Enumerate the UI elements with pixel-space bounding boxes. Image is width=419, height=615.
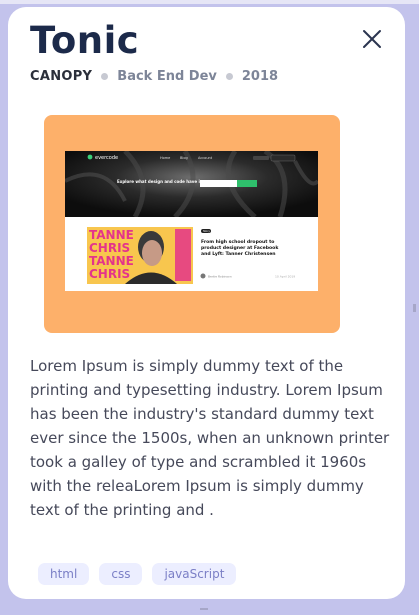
- project-title: Tonic: [30, 19, 140, 62]
- scroll-handle-bottom[interactable]: [200, 608, 208, 610]
- site-nav-blog: Blog: [180, 156, 188, 160]
- project-description: Lorem Ipsum is simply dummy text of the …: [30, 357, 390, 519]
- site-email-input: [200, 180, 237, 187]
- company-name: CANOPY: [30, 69, 93, 84]
- project-preview: evercode Home Blog Account Explore what …: [44, 115, 340, 333]
- svg-text:TANNE: TANNE: [89, 254, 134, 268]
- separator-dot: [225, 73, 233, 80]
- top-border: [0, 0, 419, 4]
- svg-text:CHRIS: CHRIS: [89, 241, 130, 255]
- site-search-box: [253, 156, 269, 160]
- project-role: Back End Dev: [117, 69, 217, 84]
- post-date: 10 April 2019: [275, 275, 295, 279]
- scroll-handle-right[interactable]: [413, 304, 416, 312]
- tech-tags: html css javaScript: [38, 563, 237, 585]
- post-badge-label: Story: [203, 229, 210, 233]
- site-nav-account: Account: [198, 156, 213, 160]
- tag-javascript: javaScript: [152, 563, 237, 585]
- brand-logo-icon: [87, 154, 93, 160]
- author-avatar: [200, 273, 206, 279]
- post-title: From high school dropout to product desi…: [201, 239, 280, 257]
- site-subscribe-button: [237, 180, 257, 187]
- post-author: Bertie Robinson: [208, 275, 232, 279]
- site-cta-button: [270, 154, 296, 162]
- project-meta: CANOPY Back End Dev 2018: [30, 69, 278, 84]
- poster-image: TANNE CHRIS TANNE CHRIS: [87, 227, 193, 284]
- tag-html: html: [38, 563, 90, 585]
- close-icon[interactable]: [359, 26, 385, 52]
- project-year: 2018: [241, 69, 279, 84]
- website-screenshot: evercode Home Blog Account Explore what …: [65, 151, 318, 291]
- site-brand: evercode: [95, 155, 118, 161]
- separator-dot: [101, 73, 109, 80]
- svg-text:TANNE: TANNE: [89, 228, 134, 242]
- svg-text:CHRIS: CHRIS: [89, 267, 130, 281]
- site-nav-home: Home: [160, 156, 170, 160]
- tag-css: css: [99, 563, 143, 585]
- project-modal: Tonic CANOPY Back End Dev 2018 evercode: [8, 7, 405, 599]
